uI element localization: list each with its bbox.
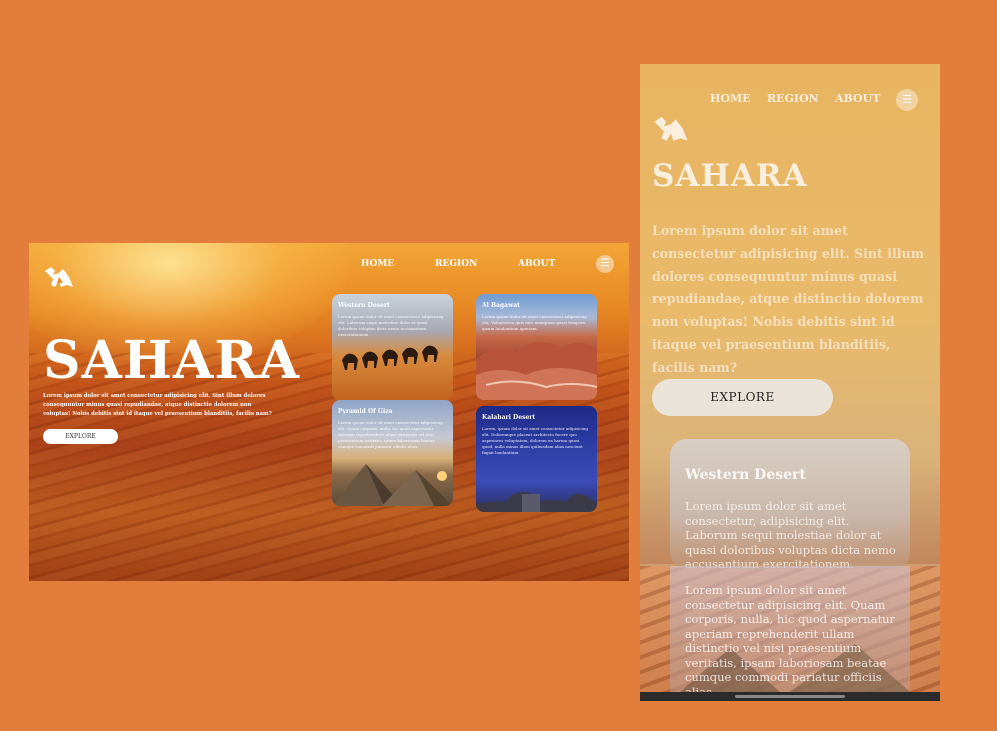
camel-logo-icon[interactable] <box>43 265 75 291</box>
hero-text: Lorem ipsum dolor sit amet consectetur a… <box>43 393 272 417</box>
card-title: Al Bagawat <box>482 302 520 309</box>
menu-icon[interactable]: ☰ <box>596 255 614 273</box>
ruins-icon <box>476 492 597 512</box>
card-pyramid-of-giza[interactable]: Lorem ipsum dolor sit amet consectetur a… <box>670 566 910 692</box>
camel-logo-icon[interactable] <box>652 114 690 146</box>
explore-button[interactable]: EXPLORE <box>43 429 118 444</box>
card-text: Lorem ipsum dolor sit amet consectetur a… <box>482 314 587 331</box>
card-al-bagawat[interactable]: Al Bagawat Lorem ipsum dolor sit amet co… <box>476 294 597 400</box>
rock-formation-icon <box>476 341 597 400</box>
card-western-desert[interactable]: Western Desert Lorem ipsum dolor sit ame… <box>332 294 453 400</box>
desktop-mockup: HOME REGION ABOUT ☰ SAHARA Lorem ipsum d… <box>29 243 629 581</box>
nav-about-link[interactable]: ABOUT <box>835 92 880 105</box>
card-text: Lorem ipsum dolor sit amet consectetur, … <box>338 314 444 337</box>
card-text: Lorem ipsum dolor sit amet consectetur a… <box>685 583 895 692</box>
card-text: Lorem ipsum dolor sit amet consectetur, … <box>685 499 896 569</box>
card-title: Pyramid Of Giza <box>338 408 393 415</box>
menu-icon[interactable]: ☰ <box>896 89 918 111</box>
nav-region-link[interactable]: REGION <box>435 259 477 269</box>
card-text: Lorem ipsum dolor sit amet consectetur a… <box>338 420 443 449</box>
card-title: Western Desert <box>685 467 806 483</box>
card-western-desert[interactable]: Western Desert Lorem ipsum dolor sit ame… <box>670 439 910 569</box>
camel-caravan-icon <box>342 345 438 370</box>
mobile-mockup: HOME REGION ABOUT ☰ SAHARA Lorem ipsum d… <box>640 64 940 701</box>
pyramid-icon <box>332 464 453 506</box>
card-text: Lorem, ipsum dolor sit amet consectetur … <box>482 426 588 455</box>
hero-text: Lorem ipsum dolor sit amet consectetur a… <box>652 223 925 375</box>
card-title: Kalahari Desert <box>482 414 536 421</box>
nav-home-link[interactable]: HOME <box>710 92 751 105</box>
explore-button[interactable]: EXPLORE <box>652 379 833 416</box>
hero-title: SAHARA <box>43 330 300 391</box>
home-indicator-bar <box>640 692 940 701</box>
card-pyramid-of-giza[interactable]: Pyramid Of Giza Lorem ipsum dolor sit am… <box>332 400 453 506</box>
card-kalahari-desert[interactable]: Kalahari Desert Lorem, ipsum dolor sit a… <box>476 406 597 512</box>
nav-region-link[interactable]: REGION <box>767 92 819 105</box>
hero-title: SAHARA <box>652 158 808 194</box>
nav-about-link[interactable]: ABOUT <box>518 259 555 269</box>
card-title: Western Desert <box>338 302 390 309</box>
nav-home-link[interactable]: HOME <box>361 259 394 269</box>
